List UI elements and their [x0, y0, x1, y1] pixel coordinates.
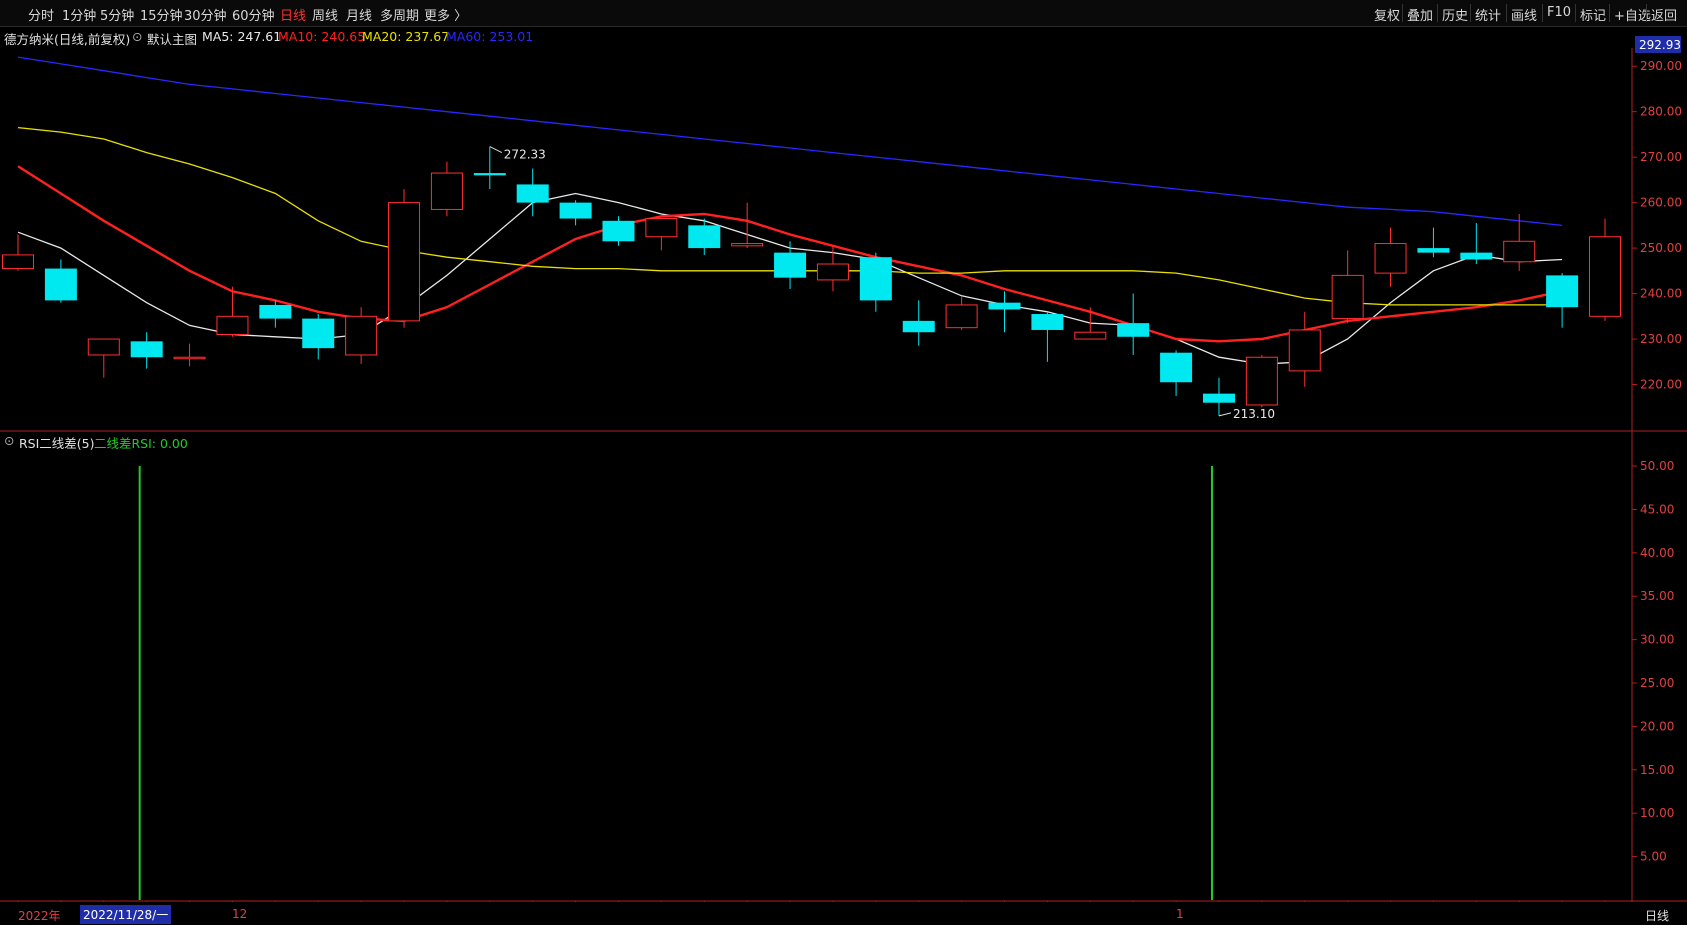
candle-body: [1160, 352, 1193, 383]
price-tag-label: 292.93: [1639, 38, 1681, 52]
month-1-label: 1: [1176, 907, 1184, 921]
candle-body: [559, 202, 592, 219]
rsi-tick-label: 45.00: [1640, 502, 1674, 516]
candle-body: [688, 225, 721, 249]
candle-body: [945, 304, 978, 329]
year-label: 2022年: [18, 909, 61, 923]
price-tick-label: 240.00: [1640, 287, 1682, 301]
candle-body: [1074, 331, 1107, 340]
candle-body: [1288, 329, 1321, 372]
candle-body: [1117, 323, 1150, 337]
chart-canvas[interactable]: 220.00 230.00 240.00 250.00 260.00 270.00 280.…: [0, 0, 1687, 925]
rsi-tick-label: 20.00: [1640, 719, 1674, 733]
cursor-date: 2022/11/28/一: [80, 905, 172, 924]
candle-body: [44, 268, 77, 301]
candle-body: [902, 320, 935, 333]
rsi-tick-label: 10.00: [1640, 806, 1674, 820]
candle-body: [1417, 248, 1450, 253]
month-12-label: 12: [232, 907, 248, 921]
annotation-arrow: [1218, 412, 1232, 417]
candle-body: [988, 302, 1021, 310]
time-axis: 2022年 2022/11/28/一 12 1 日线: [0, 902, 1687, 925]
candle-body: [516, 184, 549, 203]
candle-body: [259, 304, 292, 319]
ma-line-ma60: [17, 56, 1563, 227]
rsi-tick-label: 15.00: [1640, 763, 1674, 777]
candle-body: [302, 318, 335, 349]
candle-body: [87, 338, 120, 356]
candle-body: [645, 218, 678, 238]
candle-body: [602, 220, 635, 242]
candle-body: [430, 172, 463, 210]
candle-body: [1503, 240, 1536, 263]
candle-body: [1374, 243, 1407, 274]
price-tick-label: 230.00: [1640, 332, 1682, 346]
candle-body: [1245, 356, 1278, 406]
candle-body: [731, 243, 764, 247]
price-tick-label: 280.00: [1640, 105, 1682, 119]
candle-body: [130, 341, 163, 358]
candle-body: [859, 257, 892, 301]
candle-body: [1202, 393, 1235, 403]
candle-body: [2, 254, 34, 270]
candle-body: [816, 263, 849, 281]
annotation-arrow: [489, 146, 503, 153]
rsi-tick-label: 5.00: [1640, 850, 1667, 864]
rsi-tick-label: 30.00: [1640, 633, 1674, 647]
rsi-tick-label: 25.00: [1640, 676, 1674, 690]
candle-body: [774, 252, 807, 278]
candle-body: [388, 202, 421, 322]
price-tick-label: 260.00: [1640, 196, 1682, 210]
candle-body: [473, 173, 506, 176]
candle-body: [1331, 274, 1364, 320]
price-tick-label: 290.00: [1640, 59, 1682, 73]
candle-body: [173, 356, 206, 360]
rsi-tick-label: 35.00: [1640, 589, 1674, 603]
price-tick-label: 250.00: [1640, 241, 1682, 255]
annotation-label: 272.33: [504, 148, 546, 162]
price-tick-label: 270.00: [1640, 150, 1682, 164]
candle-body: [1460, 252, 1493, 260]
price-tick-label: 220.00: [1640, 378, 1682, 392]
candle-body: [1031, 314, 1064, 330]
candle-body: [216, 315, 249, 335]
rsi-tick-label: 40.00: [1640, 546, 1674, 560]
candle-body: [345, 315, 378, 356]
candle-body: [1589, 236, 1621, 317]
rsi-tick-label: 50.00: [1640, 459, 1674, 473]
annotation-label: 213.10: [1233, 407, 1275, 421]
period-label: 日线: [1645, 909, 1670, 923]
candle-body: [1546, 275, 1579, 308]
